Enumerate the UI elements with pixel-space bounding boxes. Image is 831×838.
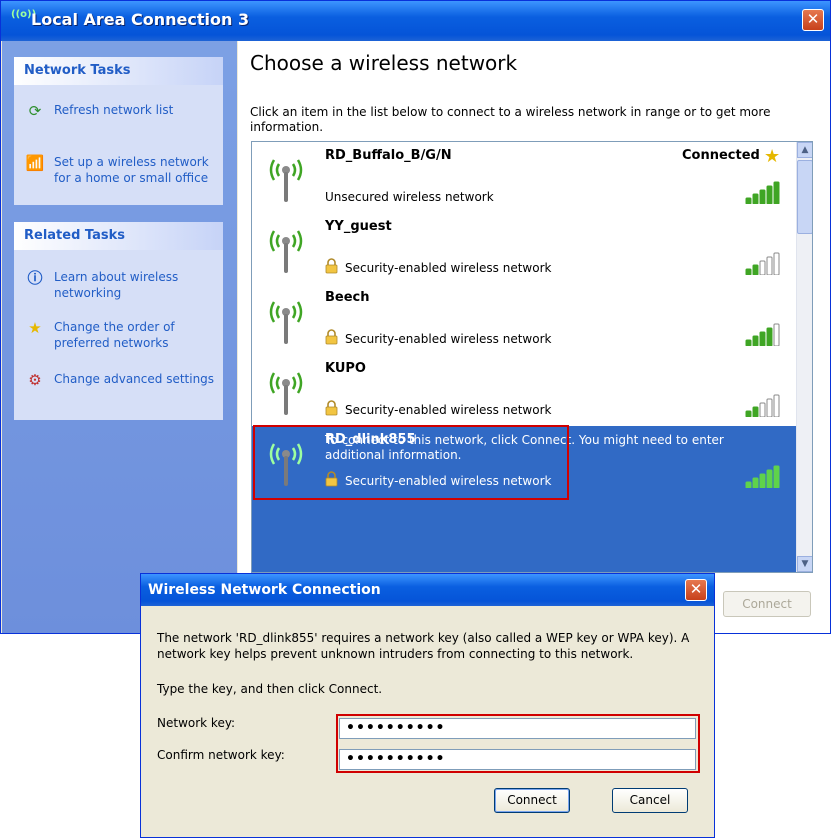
network-security-text: Security-enabled wireless network [345,332,552,346]
lock-icon [325,258,338,274]
wireless-antenna-icon [269,372,303,415]
network-ssid: YY_guest [325,219,392,234]
dialog-prompt: Type the key, and then click Connect. [157,682,383,696]
highlight-box [253,425,569,500]
task-label: Learn about wireless networking [54,270,179,300]
lock-icon [325,400,338,416]
dialog-cancel-button[interactable]: Cancel [612,788,688,813]
related-tasks-header[interactable]: Related Tasks [14,222,223,250]
signal-strength-icon [745,181,780,204]
network-security-text: Security-enabled wireless network [345,261,552,275]
task-pane: Network Tasks ⟳ Refresh network list 📶 S… [2,41,237,633]
network-ssid: KUPO [325,361,366,376]
wireless-setup-icon: 📶 [25,154,45,172]
related-tasks-box: Related Tasks ⓘ Learn about wireless net… [14,222,223,420]
network-key-label: Network key: [157,716,236,730]
star-icon: ★ [28,319,42,337]
task-label: Change the order of preferred networks [54,320,175,350]
intro-text: Click an item in the list below to conne… [250,105,771,134]
signal-strength-icon [745,465,780,488]
network-key-dialog: Wireless Network Connection ✕ The networ… [140,573,715,838]
network-security-text: Security-enabled wireless network [345,403,552,417]
network-row[interactable]: KUPO Security-enabled wireless network [252,355,796,426]
info-icon: ⓘ [27,269,43,287]
task-label: Refresh network list [54,103,174,117]
dialog-title: Wireless Network Connection [148,582,381,598]
network-row[interactable]: YY_guest Security-enabled wireless networ… [252,213,796,284]
network-row[interactable]: Beech Security-enabled wireless network [252,284,796,355]
lock-icon [325,329,338,345]
scroll-thumb[interactable] [797,160,812,234]
task-label: Set up a wireless network for a home or … [54,155,209,185]
network-ssid: RD_Buffalo_B/G/N [325,148,452,163]
wireless-antenna-icon [269,301,303,344]
signal-strength-icon [745,394,780,417]
wireless-antenna-icon [269,159,303,202]
connection-status: Connected [682,148,760,163]
confirm-key-label: Confirm network key: [157,748,285,762]
dialog-connect-button[interactable]: Connect [494,788,570,813]
network-security-text: Unsecured wireless network [325,190,494,204]
dialog-message: The network 'RD_dlink855' requires a net… [157,631,690,661]
wireless-antenna-icon [269,230,303,273]
network-tasks-box: Network Tasks ⟳ Refresh network list 📶 S… [14,57,223,205]
preferred-star-icon: ★ [764,146,781,167]
scroll-down-button[interactable]: ▼ [797,556,812,572]
settings-icon: ⚙ [28,371,42,389]
network-list[interactable]: RD_Buffalo_B/G/N Unsecured wireless netwo… [251,141,813,573]
main-content: Choose a wireless network Click an item … [238,41,830,633]
title-bar[interactable]: ((o)) Local Area Connection 3 ✕ [1,1,830,41]
signal-strength-icon [745,323,780,346]
network-tasks-header[interactable]: Network Tasks [14,57,223,85]
window-title: Local Area Connection 3 [31,10,250,29]
scrollbar[interactable]: ▲ ▼ [796,142,812,572]
close-button[interactable]: ✕ [802,9,824,31]
key-highlight-box [336,714,700,773]
scroll-up-button[interactable]: ▲ [797,142,812,158]
network-ssid: Beech [325,290,370,305]
dialog-title-bar[interactable]: Wireless Network Connection ✕ [141,574,714,606]
refresh-icon: ⟳ [28,102,42,120]
task-label: Change advanced settings [54,372,215,386]
main-window: ((o)) Local Area Connection 3 ✕ Network … [0,0,831,634]
dialog-close-button[interactable]: ✕ [685,579,707,601]
page-title: Choose a wireless network [250,51,518,75]
network-row[interactable]: RD_Buffalo_B/G/N Unsecured wireless netwo… [252,142,796,213]
connect-button[interactable]: Connect [723,591,811,617]
signal-strength-icon [745,252,780,275]
